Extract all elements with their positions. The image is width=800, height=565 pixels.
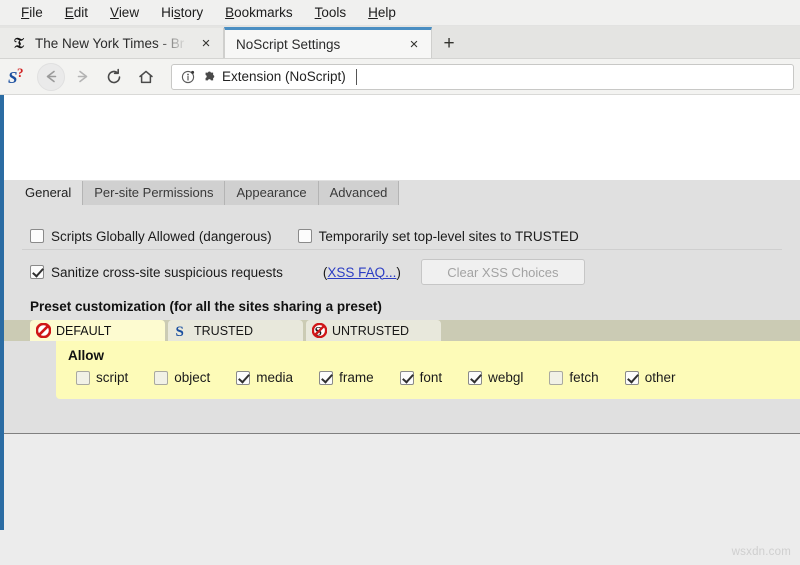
preset-tab-default[interactable]: DEFAULT [30,320,165,341]
scripts-globally-allowed-checkbox[interactable] [30,229,44,243]
preset-tab-strip: DEFAULT S TRUSTED S UNTRUSTE [4,320,800,341]
scripts-globally-allowed-label: Scripts Globally Allowed (dangerous) [51,228,272,244]
s-blue-icon: S [174,323,189,340]
back-button[interactable] [37,62,65,91]
browser-tab-title: The New York Times - Br [35,36,185,51]
forward-button[interactable] [67,63,97,91]
permission-object-label: object [174,370,211,385]
menu-bar: File Edit View History Bookmarks Tools H… [0,0,800,26]
paren-close: ) [396,264,401,280]
clear-xss-choices-button[interactable]: Clear XSS Choices [420,259,585,285]
settings-body: Scripts Globally Allowed (dangerous) Tem… [4,205,800,399]
watermark: wsxdn.com [731,546,791,558]
menu-history[interactable]: History [150,3,214,22]
sanitize-requests-checkbox[interactable] [30,265,44,279]
puzzle-piece-icon [200,69,216,85]
settings-tab-strip: General Per-site Permissions Appearance … [4,180,800,205]
permission-font[interactable]: font [399,370,443,385]
menu-bookmarks[interactable]: Bookmarks [214,3,304,22]
permission-script[interactable]: script [76,370,128,385]
preset-tab-label: UNTRUSTED [332,323,410,338]
preset-tab-trusted[interactable]: S TRUSTED [168,320,303,341]
permission-media-checkbox[interactable] [236,370,251,385]
permission-fetch-checkbox[interactable] [549,370,564,385]
sanitize-requests-option[interactable]: Sanitize cross-site suspicious requests [30,265,283,280]
preset-tab-label: TRUSTED [194,323,254,338]
permission-webgl-checkbox[interactable] [468,370,483,385]
permission-webgl[interactable]: webgl [468,370,523,385]
s-crossed-icon: S [311,322,328,339]
noscript-toolbar-icon[interactable]: S ? [8,65,30,89]
svg-text:?: ? [17,65,24,80]
navigation-toolbar: S ? Extension (NoScript) [0,59,800,95]
url-text: Extension (NoScript) [222,69,346,84]
sanitize-requests-label: Sanitize cross-site suspicious requests [51,264,283,280]
close-icon[interactable]: × [404,35,424,55]
browser-tab-bar: 𝔗 The New York Times - Br × NoScript Set… [0,26,800,59]
xss-faq-link-wrapper: (XSS FAQ...) [323,265,401,280]
scripts-globally-allowed-option[interactable]: Scripts Globally Allowed (dangerous) [30,229,272,244]
permission-frame[interactable]: frame [319,370,374,385]
url-bar[interactable]: Extension (NoScript) [171,63,794,90]
no-entry-icon [35,322,52,339]
text-cursor [355,68,357,85]
permission-font-label: font [419,370,443,385]
menu-help[interactable]: Help [357,3,407,22]
tab-appearance[interactable]: Appearance [225,181,319,205]
browser-tab-noscript-settings[interactable]: NoScript Settings × [224,27,432,59]
preset-section: DEFAULT S TRUSTED S UNTRUSTE [4,320,800,399]
permissions-row: script object media frame font webgl fet… [56,370,800,385]
permission-other[interactable]: other [624,370,676,385]
permission-object-checkbox[interactable] [154,370,169,385]
reload-button[interactable] [99,63,129,91]
browser-tab-nytimes[interactable]: 𝔗 The New York Times - Br × [0,28,224,59]
permission-frame-label: frame [339,370,374,385]
permission-other-checkbox[interactable] [624,370,639,385]
home-button[interactable] [131,63,161,91]
permission-script-checkbox[interactable] [76,370,90,385]
permission-object[interactable]: object [154,370,210,385]
permission-script-label: script [96,370,129,385]
new-tab-button[interactable]: + [432,28,466,59]
noscript-settings-panel: General Per-site Permissions Appearance … [4,180,800,433]
page-bottom-area [4,433,800,530]
menu-view[interactable]: View [99,3,150,22]
close-icon[interactable]: × [196,34,216,54]
tab-advanced[interactable]: Advanced [318,181,400,205]
page-top-blank [4,95,800,180]
temporarily-trusted-label: Temporarily set top-level sites to TRUST… [318,228,579,244]
info-icon[interactable] [180,69,196,85]
tab-general[interactable]: General [14,181,84,205]
temporarily-trusted-checkbox[interactable] [297,229,312,243]
menu-file[interactable]: File [10,3,54,22]
preset-tab-label: DEFAULT [56,323,112,338]
sanitize-row: Sanitize cross-site suspicious requests … [4,253,800,291]
menu-tools[interactable]: Tools [304,3,358,22]
permission-webgl-label: webgl [488,370,524,385]
permission-fetch[interactable]: fetch [549,370,599,385]
permission-fetch-label: fetch [569,370,599,385]
permission-media-label: media [256,370,294,385]
preset-tab-untrusted[interactable]: S UNTRUSTED [306,320,441,341]
permission-font-checkbox[interactable] [399,370,414,385]
preset-customization-heading: Preset customization (for all the sites … [30,299,382,314]
allow-label: Allow [68,348,104,363]
divider [22,249,782,250]
global-options-row: Scripts Globally Allowed (dangerous) Tem… [4,219,800,253]
temporarily-trusted-option[interactable]: Temporarily set top-level sites to TRUST… [297,228,579,244]
permission-frame-checkbox[interactable] [319,370,334,385]
nyt-favicon-icon: 𝔗 [14,35,24,52]
browser-tab-title: NoScript Settings [236,37,341,52]
xss-faq-link[interactable]: XSS FAQ... [327,265,396,280]
preset-permissions-panel: Allow script object media frame font web… [56,341,800,399]
svg-text:S: S [176,324,184,338]
permission-other-label: other [644,370,676,385]
browser-window: File Edit View History Bookmarks Tools H… [0,0,800,565]
menu-edit[interactable]: Edit [54,3,99,22]
tab-per-site-permissions[interactable]: Per-site Permissions [83,181,226,205]
page-content: General Per-site Permissions Appearance … [0,95,800,530]
permission-media[interactable]: media [236,370,293,385]
